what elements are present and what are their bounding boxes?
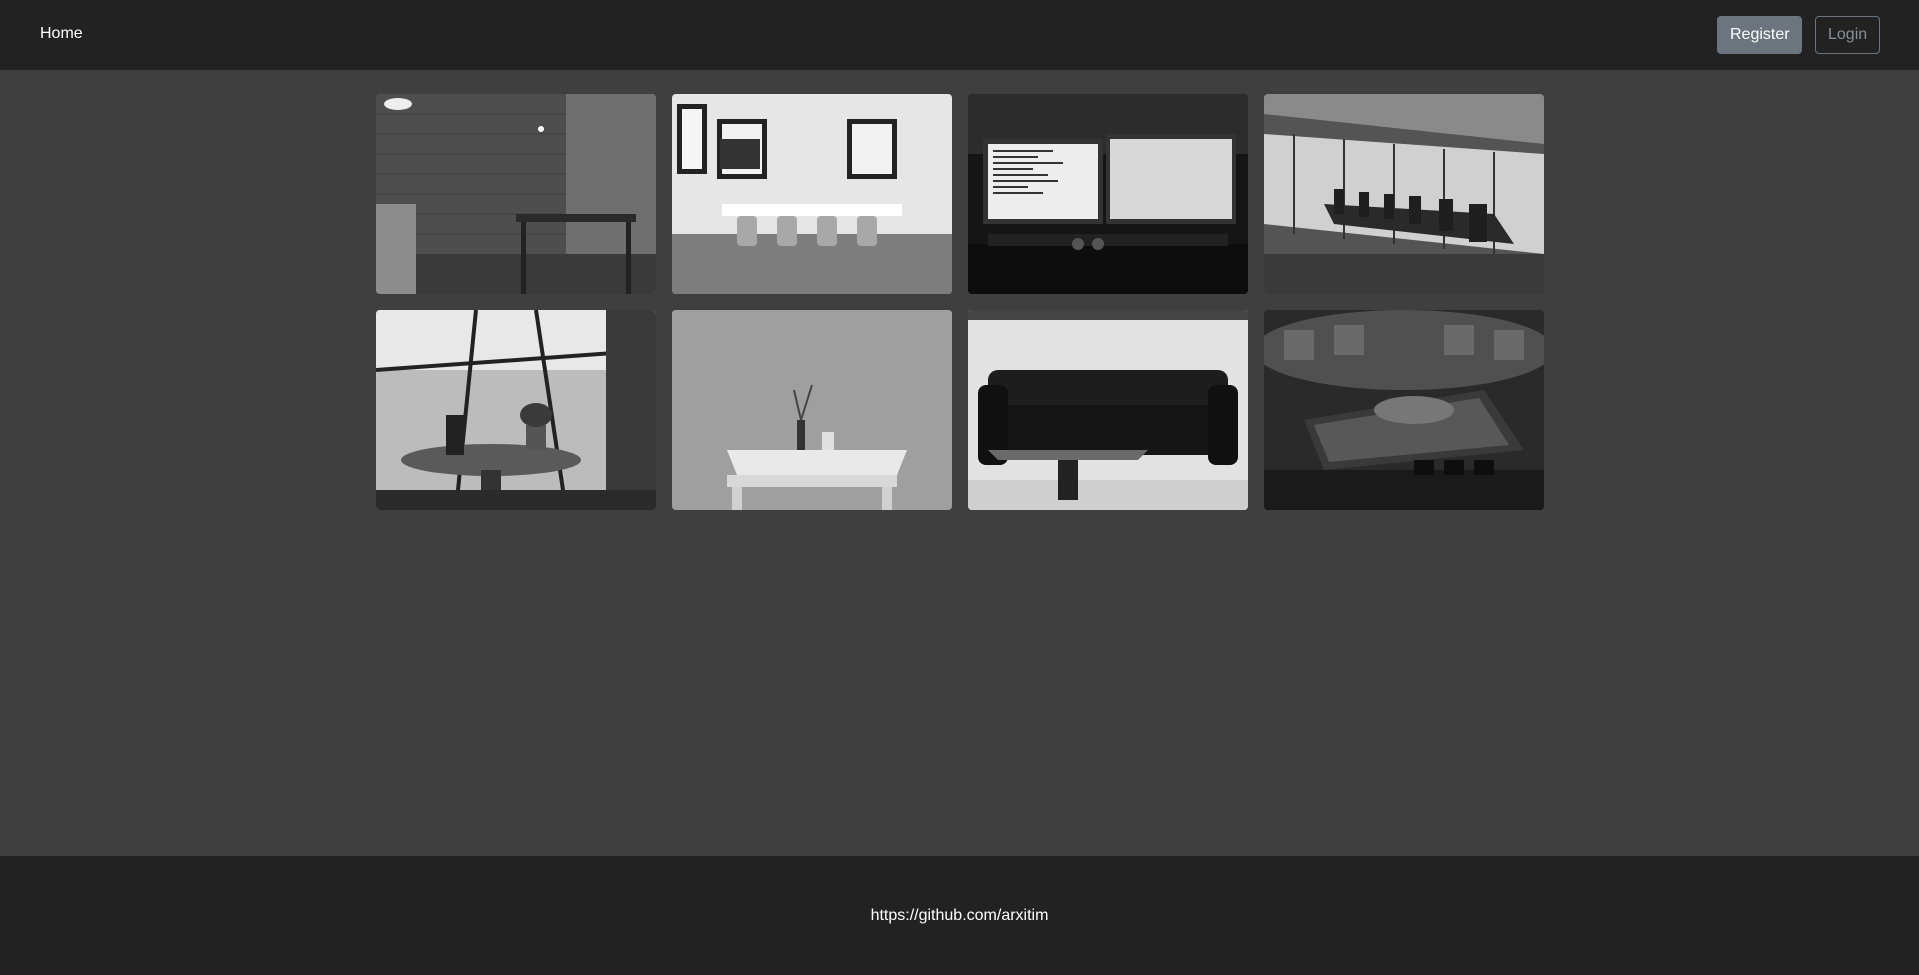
gallery-tile-cafe-table-window[interactable] [376, 310, 656, 510]
top-navbar: Home Register Login [0, 0, 1919, 70]
gallery-tile-spaceship-bridge[interactable] [1264, 310, 1544, 510]
white-table-vase-photo [672, 310, 952, 510]
white-meeting-room-photo [672, 94, 952, 294]
dual-monitor-desk-photo [968, 94, 1248, 294]
login-button[interactable]: Login [1815, 16, 1880, 54]
gallery-tile-glass-conference-room[interactable] [1264, 94, 1544, 294]
nav-home-link[interactable]: Home [40, 24, 83, 44]
github-link[interactable]: https://github.com/arxitim [0, 906, 1919, 926]
gallery-tile-white-table-vase[interactable] [672, 310, 952, 510]
gallery-tile-white-meeting-room[interactable] [672, 94, 952, 294]
register-button[interactable]: Register [1717, 16, 1802, 54]
gallery-tile-dual-monitor-desk[interactable] [968, 94, 1248, 294]
cafe-table-window-photo [376, 310, 656, 510]
page-footer: https://github.com/arxitim [0, 856, 1919, 975]
gallery-tile-brick-wall-cafe[interactable] [376, 94, 656, 294]
brick-wall-cafe-photo [376, 94, 656, 294]
glass-conference-room-photo [1264, 94, 1544, 294]
leather-sofa-photo [968, 310, 1248, 510]
spaceship-bridge-photo [1264, 310, 1544, 510]
gallery-tile-leather-sofa[interactable] [968, 310, 1248, 510]
